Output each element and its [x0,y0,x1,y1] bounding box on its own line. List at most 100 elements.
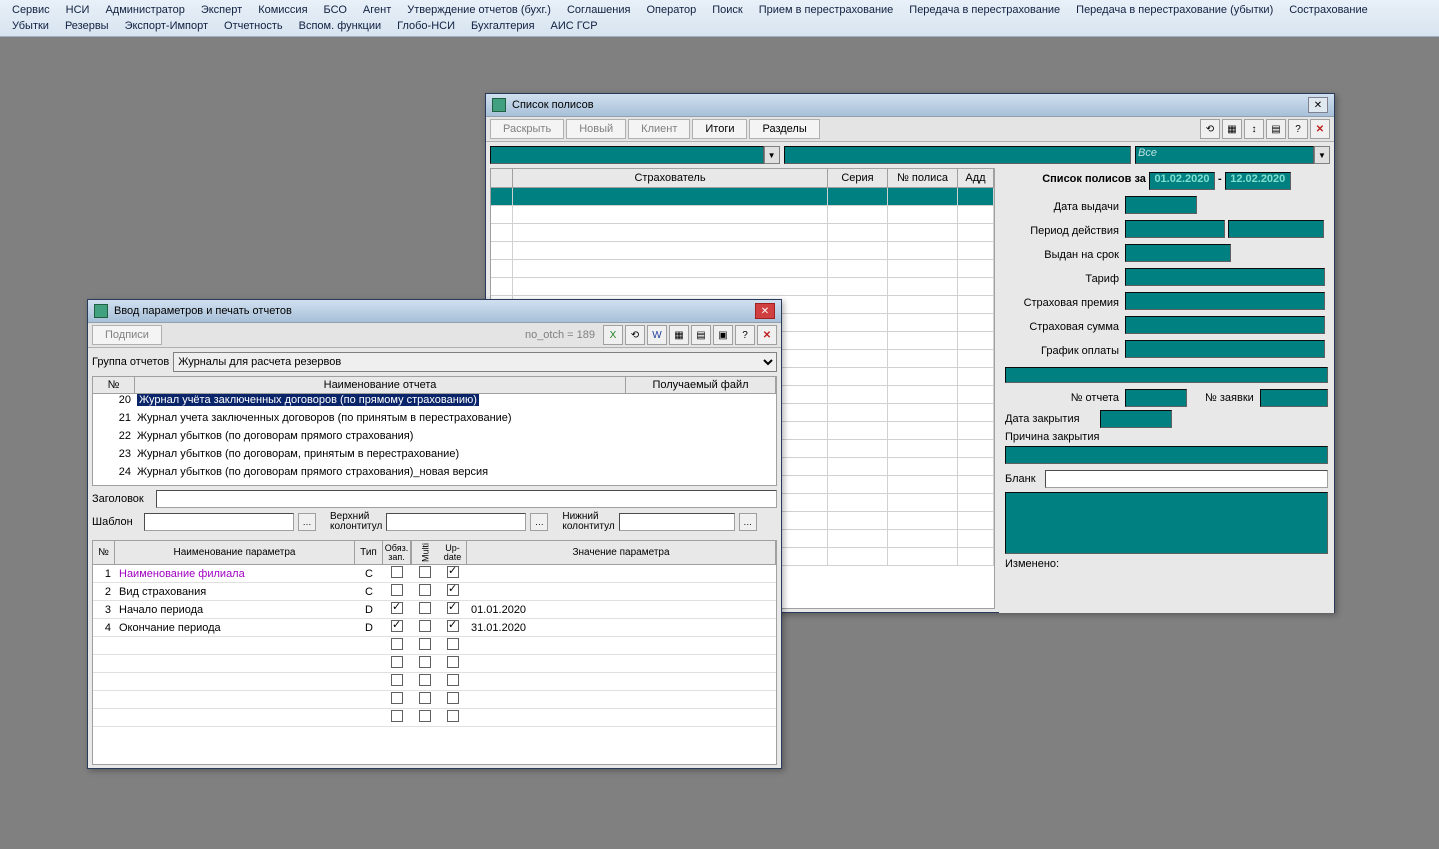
checkbox[interactable] [391,674,403,686]
issued-for-input[interactable] [1125,244,1231,262]
menu-item[interactable]: Поиск [704,2,750,18]
word-icon[interactable]: W [647,325,667,345]
tool-icon-1[interactable]: ⟲ [1200,119,1220,139]
checkbox[interactable] [447,656,459,668]
header-input[interactable] [386,513,526,531]
param-row[interactable]: 3Начало периодаD01.01.2020 [93,601,776,619]
date-to-input[interactable]: 12.02.2020 [1225,172,1291,190]
col-policy-no[interactable]: № полиса [888,169,958,187]
col-insurer[interactable]: Страхователь [513,169,828,187]
pay-schedule-input[interactable] [1125,340,1325,358]
period-from-input[interactable] [1125,220,1225,238]
table-row[interactable] [491,206,994,224]
menu-item[interactable]: Передача в перестрахование (убытки) [1068,2,1281,18]
close-date-input[interactable] [1100,410,1172,428]
premium-input[interactable] [1125,292,1325,310]
report-no-input[interactable] [1125,389,1187,407]
close-reason-input[interactable] [1005,446,1328,464]
zag-input[interactable] [156,490,777,508]
blank-input[interactable] [1045,470,1328,488]
col-no[interactable]: № [93,377,135,393]
chevron-down-icon[interactable]: ▼ [764,146,780,164]
header-browse-icon[interactable]: … [530,513,548,531]
list-item[interactable]: 20Журнал учёта заключенных договоров (по… [93,394,776,412]
signatures-button[interactable]: Подписи [92,325,162,345]
menu-item[interactable]: Прием в перестрахование [751,2,902,18]
checkbox[interactable] [419,674,431,686]
table-row[interactable] [491,278,994,296]
menu-item[interactable]: Эксперт [193,2,250,18]
menu-item[interactable]: Резервы [57,18,117,34]
param-row[interactable]: 2Вид страхованияC [93,583,776,601]
menu-item[interactable]: Сострахование [1281,2,1376,18]
param-grid[interactable]: 1Наименование филиалаC2Вид страхованияC3… [92,565,777,765]
checkbox[interactable] [447,602,459,614]
sum-input[interactable] [1125,316,1325,334]
toolbar-button[interactable]: Разделы [749,119,819,139]
param-row[interactable]: 1Наименование филиалаC [93,565,776,583]
menu-item[interactable]: Глобо-НСИ [389,18,463,34]
menu-item[interactable]: Передача в перестрахование [901,2,1068,18]
filter-input-1[interactable] [490,146,764,164]
list-item[interactable]: 24Журнал убытков (по договорам прямого с… [93,466,776,484]
menu-item[interactable]: АИС ГСР [543,18,606,34]
period-to-input[interactable] [1228,220,1324,238]
list-item[interactable]: 21Журнал учета заключенных договоров (по… [93,412,776,430]
notes-area[interactable] [1005,492,1328,554]
menu-item[interactable]: Оператор [638,2,704,18]
checkbox[interactable] [391,584,403,596]
menu-item[interactable]: Утверждение отчетов (бухг.) [399,2,559,18]
menu-item[interactable]: Экспорт-Импорт [117,18,216,34]
calendar-icon[interactable]: ▣ [713,325,733,345]
checkbox[interactable] [419,620,431,632]
chevron-down-icon[interactable]: ▼ [1314,146,1330,164]
table-row[interactable] [491,242,994,260]
checkbox[interactable] [447,620,459,632]
help-icon[interactable]: ? [735,325,755,345]
menu-item[interactable]: БСО [316,2,355,18]
checkbox[interactable] [391,638,403,650]
menu-item[interactable]: Комиссия [250,2,315,18]
checkbox[interactable] [419,584,431,596]
filter-input-2[interactable] [784,146,1131,164]
tool-icon-5[interactable]: ? [1288,119,1308,139]
request-no-input[interactable] [1260,389,1328,407]
tool-icon-2[interactable]: ▦ [1222,119,1242,139]
checkbox[interactable] [419,638,431,650]
list-item[interactable]: 22Журнал убытков (по договорам прямого с… [93,430,776,448]
toolbar-button[interactable]: Итоги [692,119,747,139]
checkbox[interactable] [419,656,431,668]
report-group-select[interactable]: Журналы для расчета резервов [173,352,777,372]
menu-item[interactable]: Администратор [97,2,192,18]
checkbox[interactable] [447,638,459,650]
close-icon[interactable]: ✕ [1308,97,1328,113]
checkbox[interactable] [419,566,431,578]
menu-item[interactable]: НСИ [58,2,98,18]
param-row[interactable]: 4Окончание периодаD31.01.2020 [93,619,776,637]
toolbar-button[interactable]: Клиент [628,119,690,139]
checkbox[interactable] [419,602,431,614]
footer-input[interactable] [619,513,735,531]
tariff-input[interactable] [1125,268,1325,286]
checkbox[interactable] [391,566,403,578]
filter-all-select[interactable]: Все [1135,146,1314,164]
reports-list[interactable]: 20Журнал учёта заключенных договоров (по… [92,394,777,486]
checkbox[interactable] [447,710,459,722]
toolbar-button[interactable]: Новый [566,119,626,139]
menu-item[interactable]: Убытки [4,18,57,34]
excel-icon[interactable]: X [603,325,623,345]
menu-item[interactable]: Вспом. функции [291,18,390,34]
date-from-input[interactable]: 01.02.2020 [1149,172,1215,190]
menu-item[interactable]: Отчетность [216,18,291,34]
table-row[interactable] [491,224,994,242]
col-series[interactable]: Серия [828,169,888,187]
template-browse-icon[interactable]: … [298,513,316,531]
grid2-icon[interactable]: ▤ [691,325,711,345]
tool-icon-3[interactable]: ↕ [1244,119,1264,139]
close-icon[interactable]: ✕ [755,303,775,319]
menu-item[interactable]: Бухгалтерия [463,18,543,34]
checkbox[interactable] [391,710,403,722]
delete-icon[interactable]: ✕ [1310,119,1330,139]
close-tool-icon[interactable]: ✕ [757,325,777,345]
checkbox[interactable] [419,710,431,722]
